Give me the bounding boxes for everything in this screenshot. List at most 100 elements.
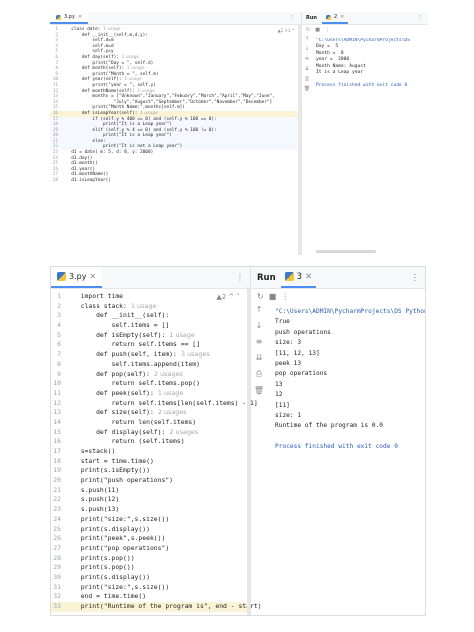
code-line[interactable]: 25 print(s.display()) [51,525,250,535]
close-icon[interactable]: ✕ [340,14,344,20]
print-icon[interactable]: ⎙ [305,76,309,82]
usage-hint[interactable]: 1 usage [103,27,120,32]
code-line[interactable]: 15 def display(self): 2 usages [51,428,250,438]
code-text: print(s.isEmpty()) [73,466,150,475]
usage-hint[interactable]: 1 usage [169,331,194,339]
usage-hint[interactable]: 1 usage [124,77,141,82]
code-line[interactable]: 8 self.items.append(item) [51,360,250,370]
code-line[interactable]: 11 def peek(self): 1 usage [51,389,250,399]
line-number: 14 [53,417,61,426]
rerun-icon[interactable]: ↻ [306,27,310,33]
code-line[interactable]: 17 s=stack() [51,447,250,457]
print-icon[interactable]: ⎙ [256,369,262,379]
more-options-icon[interactable]: ⋮ [236,273,250,282]
console-scrollbar[interactable] [316,250,376,253]
close-icon[interactable]: ✕ [305,272,312,282]
trash-icon[interactable]: 🗑 [304,86,310,92]
console-output[interactable]: "C:\Users\ADMIN\PycharmProjects\DS Day = … [316,38,428,89]
usage-hint[interactable]: 3 usages [181,350,210,358]
code-line[interactable]: 5 def isEmpty(self): 1 usage [51,331,250,341]
usage-hint-wrap: 1 usage [165,331,194,341]
code-line[interactable]: 20 print("push operations") [51,476,250,486]
code-line[interactable]: 9 def pop(self): 2 usages [51,370,250,380]
arrow-down-icon[interactable]: ↓ [305,46,309,52]
line-number: 3 [57,311,61,320]
usage-hint[interactable]: 1 usage [138,89,155,94]
code-line[interactable]: 28 print(s.pop()) [51,554,250,564]
line-number: 11 [53,388,61,397]
code-line[interactable]: 30 print(s.display()) [51,573,250,583]
rerun-icon[interactable]: ↻ [257,292,264,301]
arrow-down-icon[interactable]: ↓ [256,321,263,330]
usage-hint[interactable]: 1 usage [127,66,144,71]
close-icon[interactable]: ✕ [89,272,96,281]
code-line[interactable]: 29 print(s.pop()) [51,563,250,573]
code-text: d1.isLeapYear() [66,178,111,184]
code-line[interactable]: 13 def size(self): 2 usages [51,408,250,418]
arrow-up-icon[interactable]: ↑ [256,305,263,314]
more-options-icon[interactable]: ⋮ [325,27,330,33]
code-line[interactable]: 22 s.push(12) [51,495,250,505]
run-toolbar: Run 3 ✕ ⋮ [251,267,425,289]
code-text: def push(self, item): [73,350,177,359]
usage-hint[interactable]: 1 usage [131,302,156,310]
usage-hint[interactable]: 2 usages [154,370,183,378]
code-line[interactable]: 12 return self.items[len(self.items) - 1… [51,399,257,409]
run-tab[interactable]: 2 ✕ [321,12,349,24]
code-text: s.push(12) [73,495,120,504]
more-options-icon[interactable]: ⋮ [417,15,428,21]
code-text: s=stack() [73,447,116,455]
soft-wrap-icon[interactable]: ≡ [256,337,263,346]
code-line[interactable]: 10 return self.items.pop() [51,379,250,389]
soft-wrap-icon[interactable]: ≡ [305,56,309,62]
arrow-up-icon[interactable]: ↑ [305,36,309,42]
trash-icon[interactable]: 🗑 [254,386,264,395]
code-line[interactable]: 1 import time [51,292,250,302]
code-line[interactable]: 27 print("pop operations") [51,544,250,554]
code-line[interactable]: 4 self.items = [] [51,321,250,331]
console-output[interactable]: "C:\Users\ADMIN\PycharmProjects\DS Pytho… [275,307,425,453]
stop-icon[interactable]: ■ [315,27,320,33]
line-number: 18 [53,456,61,465]
usage-hint[interactable]: 1 usage [122,55,139,60]
editor-scrollbar[interactable] [298,25,301,255]
code-line[interactable]: 26 print("peek",s.peek()) [51,534,250,544]
usage-hint[interactable]: 2 usages [158,408,187,416]
more-options-icon[interactable]: ⋮ [290,15,301,21]
code-line[interactable]: 19 print(s.isEmpty()) [51,466,250,476]
editor-tab[interactable]: 3.py ✕ [51,267,103,288]
code-line[interactable]: 33 print("Runtime of the program is", en… [51,602,262,612]
code-line[interactable]: 16 return (self.items) [51,437,250,447]
code-line[interactable]: 18 start = time.time() [51,457,250,467]
code-line[interactable]: 7 def push(self, item): 3 usages [51,350,250,360]
code-line[interactable]: 21 s.push(11) [51,486,250,496]
code-line[interactable]: 14 return len(self.items) [51,418,250,428]
code-line[interactable]: 3 def __init__(self): [51,311,250,321]
close-icon[interactable]: ✕ [78,14,82,20]
code-line[interactable]: 32 end = time.time() [51,592,250,602]
code-line[interactable]: 28 d1.isLeapYear() [50,178,301,184]
editor-scrollbar[interactable] [247,289,250,615]
code-text: print(s.pop()) [73,553,135,562]
code-text: def size(self): [73,408,154,417]
line-number: 19 [53,466,61,475]
more-options-icon[interactable]: ⋮ [411,273,426,283]
code-line[interactable]: 24 print("size:",s.size()) [51,515,250,525]
code-area[interactable]: 1 import time 2 class stack: 1 usage 3 def… [51,289,262,612]
more-options-icon[interactable]: ⋮ [281,292,289,301]
code-area[interactable]: 1 class date: 1 usage 2 def __init__(self… [50,25,301,184]
editor-tab[interactable]: 3.py ✕ [50,12,89,24]
run-tab[interactable]: 3 ✕ [280,267,317,288]
usage-hint[interactable]: 2 usages [169,428,198,436]
code-line[interactable]: 31 print("size:",s.size()) [51,583,250,593]
code-line[interactable]: 6 return self.items == [] [51,340,250,350]
stop-icon[interactable]: ■ [269,292,277,301]
code-line[interactable]: 23 s.push(13) [51,505,250,515]
usage-hint[interactable]: 1 usage [140,111,157,116]
usage-hint[interactable]: 1 usage [158,389,183,397]
scroll-to-end-icon[interactable]: ⇊ [256,353,263,362]
code-line[interactable]: 2 class stack: 1 usage [51,302,250,312]
scroll-to-end-icon[interactable]: ⇊ [305,66,309,72]
line-number: 30 [53,572,61,581]
editor-tab-label: 3.py [64,14,75,20]
